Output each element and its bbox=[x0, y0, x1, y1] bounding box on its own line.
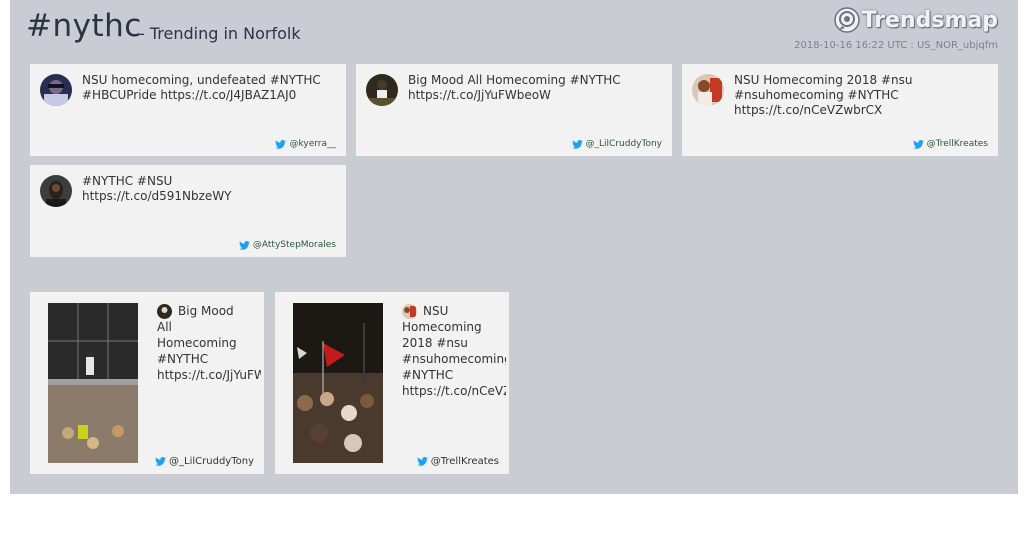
avatar[interactable] bbox=[157, 304, 172, 319]
media-handle[interactable]: @_LilCruddyTony bbox=[155, 456, 254, 467]
handle-text: @TrellKreates bbox=[430, 456, 499, 467]
media-thumbnail[interactable] bbox=[293, 303, 383, 463]
handle-text: @AttyStepMorales bbox=[252, 240, 336, 250]
twitter-bird-icon bbox=[239, 240, 250, 250]
avatar[interactable] bbox=[40, 175, 72, 207]
media-thumbnail[interactable] bbox=[48, 303, 138, 463]
handle-text: @TrellKreates bbox=[926, 139, 988, 149]
trendsmap-logo-icon bbox=[833, 7, 860, 33]
tweet-card[interactable]: #NYTHC #NSU https://t.co/d591NbzeWY @Att… bbox=[30, 165, 346, 257]
twitter-bird-icon bbox=[155, 457, 166, 466]
avatar[interactable] bbox=[366, 74, 398, 106]
media-text-body: NSU Homecoming 2018 #nsu #nsuhomecoming … bbox=[402, 304, 506, 398]
media-text: NSU Homecoming 2018 #nsu #nsuhomecoming … bbox=[402, 303, 506, 399]
media-card[interactable]: Big Mood All Homecoming #NYTHC https://t… bbox=[30, 292, 264, 474]
trendsmap-logo[interactable]: Trendsmap bbox=[833, 6, 998, 34]
tweet-card[interactable]: Big Mood All Homecoming #NYTHC https://t… bbox=[356, 64, 672, 156]
tweet-text: NSU Homecoming 2018 #nsu #nsuhomecoming … bbox=[734, 73, 913, 117]
tweet-text: NSU homecoming, undefeated #NYTHC #HBCUP… bbox=[82, 73, 321, 102]
media-image bbox=[293, 303, 383, 463]
media-text: Big Mood All Homecoming #NYTHC https://t… bbox=[157, 303, 261, 383]
avatar-image bbox=[40, 175, 72, 207]
page-subtitle: - Trending in Norfolk bbox=[139, 24, 301, 43]
handle-text: @kyerra__ bbox=[289, 139, 336, 149]
handle-text: @_LilCruddyTony bbox=[169, 456, 254, 467]
tweet-text: #NYTHC #NSU https://t.co/d591NbzeWY bbox=[82, 174, 232, 203]
page-title[interactable]: #nythc bbox=[26, 8, 142, 44]
twitter-bird-icon bbox=[275, 139, 287, 149]
media-handle[interactable]: @TrellKreates bbox=[416, 456, 499, 467]
avatar[interactable] bbox=[402, 304, 417, 319]
avatar[interactable] bbox=[40, 74, 72, 106]
trend-panel: #nythc - Trending in Norfolk Trendsmap 2… bbox=[10, 0, 1018, 494]
avatar-image bbox=[366, 74, 398, 106]
timestamp-meta: 2018-10-16 16:22 UTC : US_NOR_ubjqfm bbox=[794, 40, 998, 51]
tweet-text: Big Mood All Homecoming #NYTHC https://t… bbox=[408, 73, 621, 102]
twitter-bird-icon bbox=[416, 457, 428, 466]
twitter-bird-icon bbox=[571, 139, 583, 149]
avatar-image bbox=[40, 74, 72, 106]
avatar-image bbox=[692, 74, 724, 106]
tweet-card[interactable]: NSU Homecoming 2018 #nsu #nsuhomecoming … bbox=[682, 64, 998, 156]
tweet-handle[interactable]: @_LilCruddyTony bbox=[571, 139, 662, 149]
tweet-card[interactable]: NSU homecoming, undefeated #NYTHC #HBCUP… bbox=[30, 64, 346, 156]
handle-text: @_LilCruddyTony bbox=[585, 139, 662, 149]
twitter-bird-icon bbox=[912, 139, 924, 149]
media-card[interactable]: NSU Homecoming 2018 #nsu #nsuhomecoming … bbox=[275, 292, 509, 474]
tweet-handle[interactable]: @TrellKreates bbox=[912, 139, 988, 149]
avatar[interactable] bbox=[692, 74, 724, 106]
media-text-body: Big Mood All Homecoming #NYTHC https://t… bbox=[157, 304, 261, 382]
logo-text: Trendsmap bbox=[861, 7, 998, 33]
media-image bbox=[48, 303, 138, 463]
tweet-handle[interactable]: @kyerra__ bbox=[275, 139, 336, 149]
tweet-handle[interactable]: @AttyStepMorales bbox=[239, 240, 336, 250]
